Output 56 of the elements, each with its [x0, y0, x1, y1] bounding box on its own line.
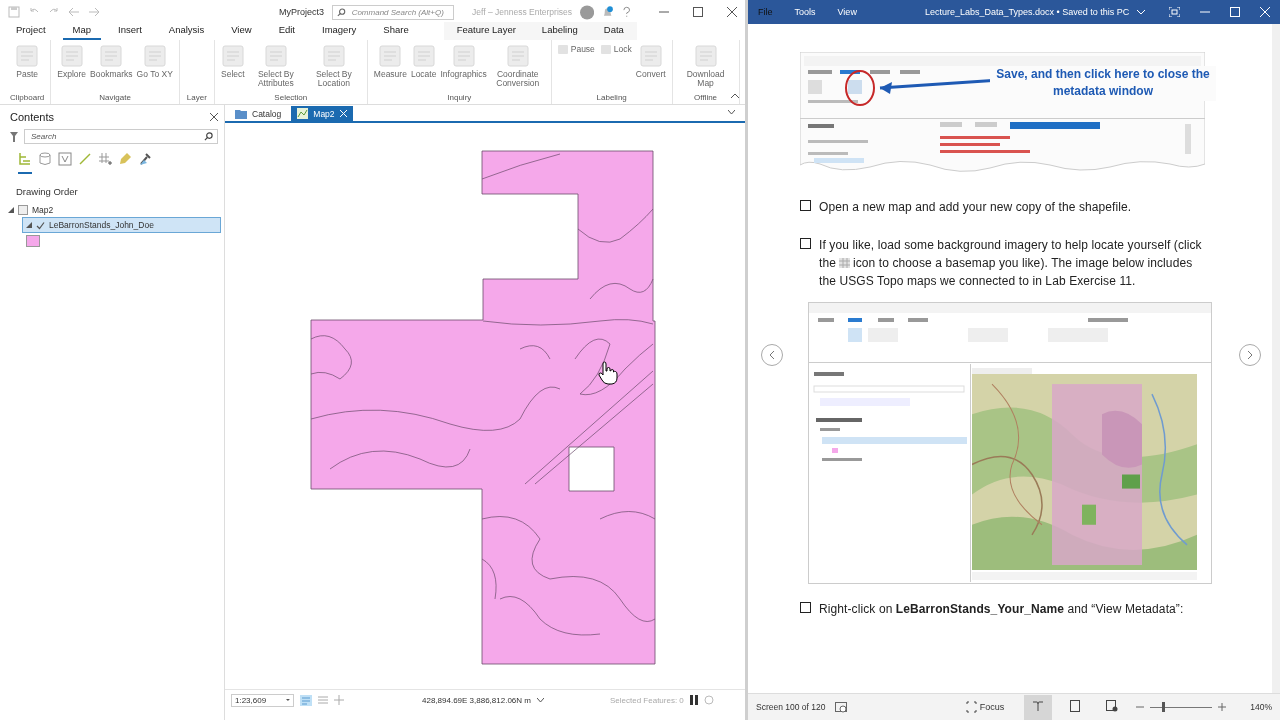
ribbon-tab[interactable]: Edit — [268, 24, 305, 40]
scale-field[interactable]: 1:23,609 — [231, 693, 294, 707]
ribbon-button[interactable]: Coordinate Conversion — [490, 44, 545, 88]
group-label: Navigate — [99, 93, 131, 104]
layer-row[interactable]: LeBarronStands_John_Doe — [22, 217, 221, 233]
ribbon-button[interactable]: Locate — [410, 44, 437, 79]
zoom-level-text: 140% — [1250, 702, 1272, 712]
view-tab[interactable]: Map2 — [291, 106, 353, 121]
group-label: Selection — [274, 93, 308, 104]
group-label: Layer — [186, 93, 207, 104]
section-heading: Drawing Order — [15, 185, 79, 199]
ribbon-button[interactable]: Select — [220, 44, 245, 79]
ribbon-tab[interactable]: Project — [6, 24, 56, 40]
instruction-text: Right-click on LeBarronStands_Your_Name and “View Metadata”: — [819, 601, 1185, 618]
callout-text: Save, and then click here to close the metadata window — [990, 66, 1216, 101]
menu-item[interactable]: Tools — [794, 7, 816, 17]
coordinates-text: 428,894.69E 3,886,812.06N m — [422, 695, 531, 705]
ribbon-tab[interactable]: Share — [373, 24, 419, 40]
ribbon-button[interactable]: Paste — [15, 44, 40, 79]
search-field[interactable]: Search — [29, 131, 204, 142]
pane-title: Contents — [10, 111, 55, 123]
ribbon-button[interactable]: Infographics — [440, 44, 487, 79]
tree-item[interactable]: Map2 — [32, 205, 54, 215]
screen-position-text: Screen 100 of 120 — [756, 702, 826, 712]
ribbon-tab[interactable]: Data — [590, 22, 637, 40]
ribbon-tab[interactable]: View — [221, 24, 262, 40]
ribbon-tab[interactable]: Insert — [108, 24, 152, 40]
ribbon-button[interactable]: Go To XY — [136, 44, 173, 79]
ribbon-button[interactable]: Select By Attributes — [248, 44, 303, 88]
view-tab[interactable]: Catalog — [229, 107, 288, 121]
menu-item[interactable]: View — [837, 7, 857, 17]
ribbon-button[interactable]: Pause — [557, 44, 595, 54]
project-name: MyProject3 — [279, 7, 325, 17]
group-label: Offline — [694, 93, 718, 104]
ribbon-tab[interactable]: Analysis — [158, 24, 215, 40]
group-label: Labeling — [596, 93, 627, 104]
window-title: Lecture_Labs_Data_Types.docx • Saved to this PC — [924, 7, 1130, 17]
ribbon-button[interactable]: Bookmarks — [90, 44, 133, 79]
search-field[interactable]: Search — [24, 129, 218, 144]
command-search-field[interactable]: Command Search (Alt+Q) — [332, 4, 455, 20]
ribbon-button[interactable]: Measure — [373, 44, 407, 79]
group-label: Inquiry — [447, 93, 472, 104]
ribbon-tab[interactable]: Feature Layer — [443, 22, 529, 40]
user-name: Jeff – Jenness Enterprises — [472, 7, 573, 17]
instruction-text: If you like, load some background imagery to help locate yourself (click the icon to choose a basemap you like). The image below includes the USGS Topo maps we connected to in Lab Exercise 11. — [819, 237, 1203, 290]
ribbon-button[interactable]: Lock — [600, 44, 632, 54]
ribbon-tab[interactable]: Map — [62, 24, 102, 40]
ribbon-button[interactable]: Download Map — [678, 44, 733, 88]
instruction-text: Open a new map and add your new copy of the shapefile. — [819, 199, 1133, 216]
focus-button[interactable]: Focus — [965, 701, 1005, 713]
ribbon-button[interactable]: Explore — [57, 44, 87, 79]
group-label: Clipboard — [10, 93, 45, 104]
ribbon-tab[interactable]: Labeling — [528, 22, 591, 40]
ribbon-tab[interactable]: Imagery — [312, 24, 367, 40]
ribbon-button[interactable]: Convert — [635, 44, 666, 79]
ribbon-button[interactable]: Select By Location — [306, 44, 361, 88]
